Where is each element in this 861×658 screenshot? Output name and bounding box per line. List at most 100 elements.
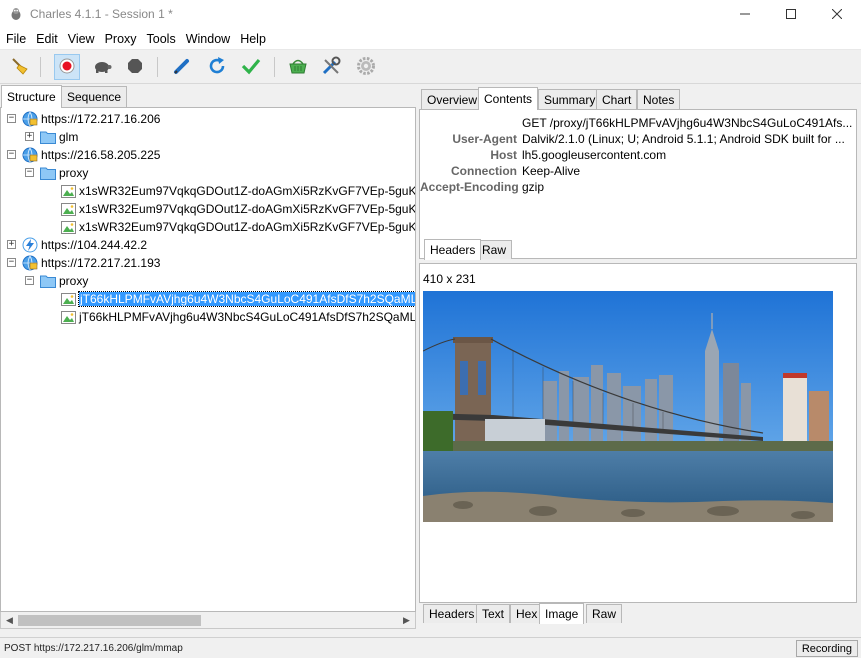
- tab-sequence-label: Sequence: [67, 90, 122, 104]
- minimize-button[interactable]: [722, 0, 768, 28]
- tab-contents[interactable]: Contents: [478, 87, 539, 110]
- scroll-left-icon[interactable]: ◀: [1, 612, 18, 629]
- tree-host-104-244-42-2[interactable]: + https://104.244.42.2: [1, 236, 147, 254]
- close-icon: [831, 6, 843, 22]
- tree-node-label: https://172.217.16.206: [41, 112, 161, 126]
- tree-host-216-58-205-225[interactable]: − https://216.58.205.225: [1, 146, 160, 164]
- tab-overview[interactable]: Overview: [421, 89, 484, 109]
- tree-folder-proxy[interactable]: − proxy: [1, 272, 88, 290]
- request-subtab-strip: Headers Raw: [422, 239, 622, 260]
- clear-session-button[interactable]: [7, 54, 33, 80]
- throttle-button[interactable]: [89, 54, 115, 80]
- tree-node-label: jT66kHLPMFvAVjhg6u4W3NbcS4GuLoC491AfsDfS…: [78, 291, 415, 307]
- toolbar-separator: [157, 57, 158, 77]
- menu-edit[interactable]: Edit: [32, 32, 62, 46]
- recording-status-button[interactable]: Recording: [795, 640, 858, 657]
- header-row-user-agent: User-Agent Dalvik/2.1.0 (Linux; U; Andro…: [420, 131, 858, 147]
- tree-host-172-217-16-206[interactable]: − https://172.217.16.206: [1, 110, 160, 128]
- scrollbar-thumb[interactable]: [18, 615, 201, 626]
- tree-file-item[interactable]: jT66kHLPMFvAVjhg6u4W3NbcS4GuLoC491AfsDfS…: [1, 308, 416, 326]
- menu-view[interactable]: View: [64, 32, 99, 46]
- tab-sequence[interactable]: Sequence: [61, 86, 128, 107]
- settings-button[interactable]: [353, 54, 379, 80]
- record-button[interactable]: [54, 54, 80, 80]
- image-file-icon: [60, 309, 76, 325]
- menu-tools[interactable]: Tools: [143, 32, 180, 46]
- tab-notes[interactable]: Notes: [637, 89, 681, 109]
- collapse-toggle[interactable]: −: [7, 258, 16, 267]
- tree-folder-proxy[interactable]: − proxy: [1, 164, 88, 182]
- tab-request-headers[interactable]: Headers: [424, 239, 482, 260]
- stop-icon: [127, 58, 143, 77]
- maximize-button[interactable]: [768, 0, 814, 28]
- globe-lock-icon: [22, 147, 38, 163]
- tools-button[interactable]: [318, 54, 344, 80]
- tree-file-item[interactable]: x1sWR32Eum97VqkqGDOut1Z-doAGmXi5RzKvGF7V…: [1, 200, 415, 218]
- response-subtab-strip: Headers Text Hex Image Raw: [421, 603, 721, 624]
- breakpoints-button[interactable]: [122, 54, 148, 80]
- collapse-toggle[interactable]: −: [25, 276, 34, 285]
- response-image: [423, 291, 833, 522]
- collapse-toggle[interactable]: −: [7, 114, 16, 123]
- tree-file-item[interactable]: x1sWR32Eum97VqkqGDOut1Z-doAGmXi5RzKvGF7V…: [1, 182, 415, 200]
- tree-horizontal-scrollbar[interactable]: ◀ ▶: [0, 612, 416, 629]
- image-file-icon: [60, 201, 76, 217]
- tab-label: Notes: [643, 92, 675, 107]
- header-row-connection: Connection Keep-Alive: [420, 163, 858, 179]
- minimize-icon: [740, 6, 750, 22]
- gear-icon: [356, 56, 376, 79]
- tab-chart[interactable]: Chart: [596, 89, 638, 109]
- globe-lock-icon: [22, 255, 38, 271]
- tab-response-raw[interactable]: Raw: [586, 604, 623, 623]
- header-value: Dalvik/2.1.0 (Linux; U; Android 5.1.1; A…: [522, 132, 845, 146]
- tab-response-headers[interactable]: Headers: [423, 604, 481, 623]
- request-line: GET /proxy/jT66kHLPMFvAVjhg6u4W3NbcS4GuL…: [522, 116, 852, 130]
- turtle-icon: [92, 58, 112, 77]
- tree-file-item-selected[interactable]: jT66kHLPMFvAVjhg6u4W3NbcS4GuLoC491AfsDfS…: [1, 290, 415, 308]
- window-title: Charles 4.1.1 - Session 1 *: [30, 7, 173, 21]
- menu-proxy[interactable]: Proxy: [101, 32, 141, 46]
- refresh-icon: [207, 56, 227, 79]
- scroll-right-icon[interactable]: ▶: [398, 612, 415, 629]
- header-key: Host: [490, 148, 517, 162]
- tab-request-raw[interactable]: Raw: [476, 240, 513, 259]
- header-key: Connection: [451, 164, 517, 178]
- tab-summary[interactable]: Summary: [538, 89, 602, 109]
- check-icon: [241, 56, 261, 79]
- tab-response-text[interactable]: Text: [476, 604, 511, 623]
- collapse-toggle[interactable]: −: [25, 168, 34, 177]
- expand-toggle[interactable]: +: [7, 240, 16, 249]
- image-file-icon: [60, 291, 76, 307]
- lightning-icon: [22, 237, 38, 253]
- tab-label: Raw: [592, 607, 617, 621]
- tree-file-item[interactable]: x1sWR32Eum97VqkqGDOut1Z-doAGmXi5RzKvGF7V…: [1, 218, 415, 236]
- close-button[interactable]: [814, 0, 860, 28]
- expand-toggle[interactable]: +: [25, 132, 34, 141]
- image-file-icon: [60, 183, 76, 199]
- tab-label: Hex: [516, 607, 538, 621]
- image-file-icon: [60, 219, 76, 235]
- menu-help[interactable]: Help: [236, 32, 270, 46]
- tab-structure[interactable]: Structure: [1, 85, 62, 108]
- detail-tab-strip: Overview Contents Summary Chart Notes: [419, 86, 861, 110]
- tab-structure-label: Structure: [7, 90, 56, 104]
- validate-button[interactable]: [238, 54, 264, 80]
- tools-basket-button[interactable]: [285, 54, 311, 80]
- menu-window[interactable]: Window: [182, 32, 234, 46]
- tree-folder-glm[interactable]: + glm: [1, 128, 78, 146]
- menu-bar: File Edit View Proxy Tools Window Help: [0, 28, 861, 50]
- tab-label: Raw: [482, 243, 507, 257]
- structure-tree: − https://172.217.16.206 + glm − https:/…: [0, 108, 416, 612]
- repeat-button[interactable]: [204, 54, 230, 80]
- tab-response-image[interactable]: Image: [539, 603, 585, 624]
- tools-icon: [321, 56, 341, 79]
- tree-host-172-217-21-193[interactable]: − https://172.217.21.193: [1, 254, 160, 272]
- tree-node-label: jT66kHLPMFvAVjhg6u4W3NbcS4GuLoC491AfsDfS…: [79, 310, 416, 324]
- left-tab-strip: Structure Sequence: [0, 85, 416, 108]
- tree-node-label: proxy: [59, 166, 89, 180]
- header-value: gzip: [522, 180, 545, 194]
- compose-button[interactable]: [169, 54, 195, 80]
- tab-label: Text: [482, 607, 505, 621]
- collapse-toggle[interactable]: −: [7, 150, 16, 159]
- menu-file[interactable]: File: [2, 32, 30, 46]
